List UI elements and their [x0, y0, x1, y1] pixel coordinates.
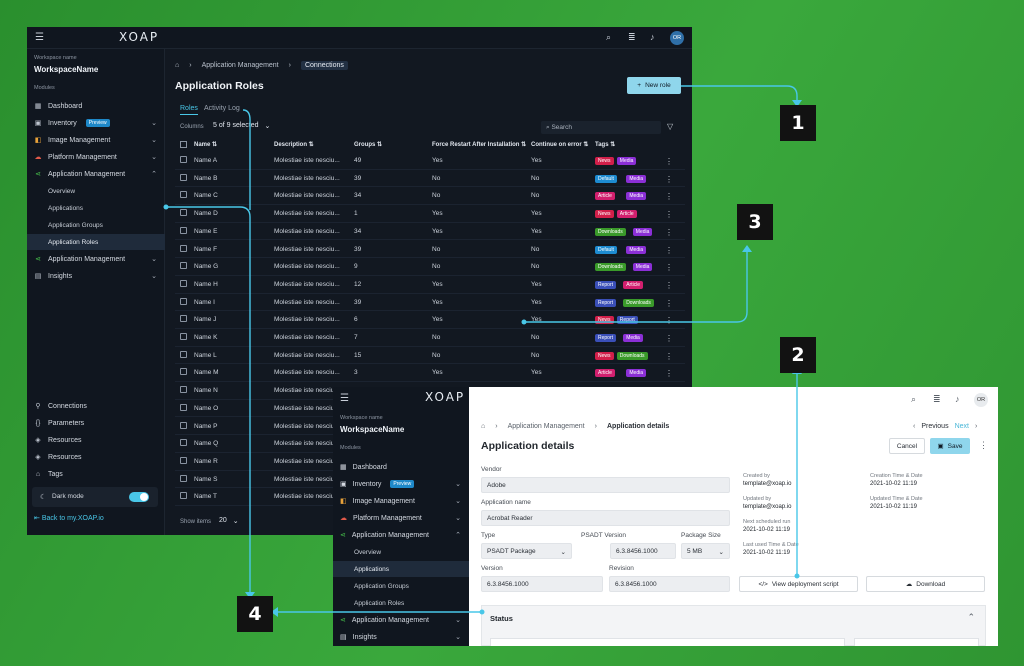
callout-1: 1 [780, 105, 816, 141]
connector-3 [524, 250, 748, 323]
callout-3: 3 [737, 204, 773, 240]
connector-4b [242, 109, 251, 210]
arrowhead-3 [742, 245, 752, 252]
anchor-2 [794, 573, 800, 579]
callout-2: 2 [780, 337, 816, 373]
callout-4: 4 [237, 596, 273, 632]
callout-connectors [163, 85, 802, 617]
connector-1 [681, 85, 798, 102]
connector-4a [166, 206, 251, 594]
anchor-4c [479, 609, 485, 615]
anchor-3 [521, 319, 527, 325]
anchor-4a [163, 204, 169, 210]
